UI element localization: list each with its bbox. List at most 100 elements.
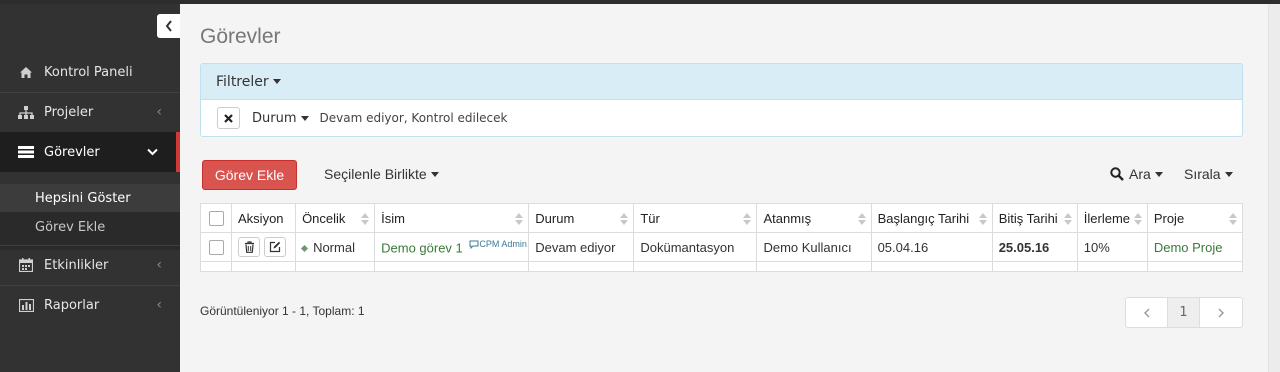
caret-down-icon	[272, 79, 281, 84]
column-header-label: Tür	[640, 210, 660, 226]
next-page-button[interactable]	[1200, 298, 1242, 327]
home-icon	[17, 66, 35, 79]
chevron-left-icon: ‹	[156, 297, 162, 313]
prev-page-button[interactable]	[1126, 298, 1168, 327]
results-summary: Görüntüleniyor 1 - 1, Toplam: 1	[200, 304, 365, 318]
sort-icon	[978, 213, 987, 225]
close-icon	[224, 113, 233, 123]
calendar-icon	[17, 258, 35, 272]
submenu-item-label: Hepsini Göster	[35, 190, 131, 206]
priority-cell: Normal	[295, 232, 376, 262]
tasks-table: Aksiyon Öncelik İsim Durum Tür Atanmış B…	[199, 203, 1244, 272]
column-header-assignee[interactable]: Atanmış	[756, 203, 872, 233]
sidebar-item-label: Kontrol Paneli	[44, 64, 133, 80]
sort-icon	[1063, 213, 1072, 225]
caret-down-icon	[430, 171, 439, 177]
empty-cell	[633, 261, 758, 272]
chevron-left-icon: ‹	[156, 257, 162, 273]
sidebar-item-projects[interactable]: Projeler ‹	[0, 92, 180, 132]
submenu-item-show-all[interactable]: Hepsini Göster	[0, 184, 180, 212]
row-actions	[231, 232, 297, 262]
bar-chart-icon	[17, 298, 35, 312]
delete-button[interactable]	[238, 237, 261, 257]
tasks-icon	[17, 146, 35, 158]
sidebar-item-label: Etkinlikler	[44, 257, 109, 273]
chevron-right-icon	[1218, 308, 1224, 317]
bulk-actions-dropdown[interactable]: Seçilenle Birlikte	[324, 166, 439, 182]
pagination: 1	[1125, 297, 1243, 328]
column-header-priority[interactable]: Öncelik	[295, 203, 376, 233]
comment-author: CPM Admin	[479, 238, 527, 249]
table-header-row: Aksiyon Öncelik İsim Durum Tür Atanmış B…	[199, 203, 1244, 233]
column-header-progress[interactable]: İlerleme	[1076, 203, 1148, 233]
add-task-button[interactable]: Görev Ekle	[202, 160, 297, 190]
progress-cell: 10%	[1076, 232, 1148, 262]
row-select-cell	[199, 232, 233, 262]
sort-label: Sırala	[1184, 166, 1221, 182]
search-icon	[1110, 167, 1124, 181]
empty-cell	[374, 261, 530, 272]
filter-field-label: Durum	[252, 110, 297, 126]
project-link[interactable]: Demo Proje	[1154, 240, 1223, 255]
sort-icon	[361, 213, 370, 225]
column-header-project[interactable]: Proje	[1146, 203, 1244, 233]
remove-filter-button[interactable]	[217, 107, 240, 129]
tasks-submenu: Hepsini Göster Görev Ekle	[0, 184, 180, 250]
trash-icon	[244, 241, 254, 253]
column-header-label: Proje	[1153, 210, 1185, 226]
column-header-label: Atanmış	[763, 210, 812, 226]
scrollbar[interactable]	[1268, 4, 1280, 372]
chevron-down-icon	[147, 144, 158, 160]
column-header-label: İlerleme	[1083, 210, 1131, 226]
column-header-type[interactable]: Tür	[633, 203, 758, 233]
column-header-label: Öncelik	[302, 210, 346, 226]
comment-tag[interactable]: CPM Admin	[469, 238, 527, 250]
search-label: Ara	[1129, 166, 1151, 182]
sort-dropdown[interactable]: Sırala	[1184, 166, 1233, 182]
empty-cell	[231, 261, 297, 272]
caret-down-icon	[1154, 171, 1163, 177]
search-dropdown[interactable]: Ara	[1110, 166, 1163, 182]
edit-button[interactable]	[263, 237, 286, 257]
empty-cell	[528, 261, 635, 272]
task-name-link[interactable]: Demo görev 1	[381, 240, 463, 255]
submenu-item-add-task[interactable]: Görev Ekle	[0, 213, 180, 241]
sort-icon	[743, 213, 752, 225]
filters-toggle[interactable]: Filtreler	[201, 64, 1242, 100]
column-header-start-date[interactable]: Başlangıç Tarihi	[870, 203, 993, 233]
project-cell: Demo Proje	[1146, 232, 1244, 262]
column-header-label: Başlangıç Tarihi	[877, 210, 970, 226]
sort-icon	[620, 213, 629, 225]
empty-cell	[1146, 261, 1244, 272]
sidebar: Kontrol Paneli Projeler ‹ Görevler Hepsi…	[0, 4, 180, 372]
caret-down-icon	[300, 115, 309, 121]
filter-field-dropdown[interactable]: Durum	[252, 111, 309, 126]
select-all-cell	[199, 203, 233, 233]
column-header-label: Durum	[535, 210, 575, 226]
sidebar-item-label: Görevler	[44, 144, 100, 160]
empty-cell	[1076, 261, 1148, 272]
sidebar-item-tasks[interactable]: Görevler	[0, 132, 180, 172]
sort-icon	[1229, 213, 1237, 225]
column-header-end-date[interactable]: Bitiş Tarihi	[991, 203, 1078, 233]
empty-cell	[295, 261, 376, 272]
sidebar-item-reports[interactable]: Raporlar ‹	[0, 285, 180, 325]
column-header-name[interactable]: İsim	[374, 203, 530, 233]
table-row-empty	[199, 261, 1244, 272]
sidebar-collapse-button[interactable]	[157, 14, 180, 38]
row-checkbox[interactable]	[208, 240, 224, 256]
filter-panel: Filtreler Durum Devam ediyor, Kontrol ed…	[200, 63, 1243, 137]
select-all-checkbox[interactable]	[208, 211, 224, 227]
sidebar-item-label: Raporlar	[44, 297, 100, 313]
comment-icon	[469, 240, 479, 250]
sidebar-item-dashboard[interactable]: Kontrol Paneli	[0, 52, 180, 92]
start-date-cell: 05.04.16	[870, 232, 993, 262]
chevron-left-icon: ‹	[156, 104, 162, 120]
empty-cell	[991, 261, 1078, 272]
assignee-cell: Demo Kullanıcı	[756, 232, 872, 262]
page-number-button[interactable]: 1	[1168, 298, 1200, 327]
priority-value: Normal	[313, 239, 355, 255]
chevron-left-icon	[165, 20, 172, 32]
column-header-status[interactable]: Durum	[528, 203, 635, 233]
sidebar-item-events[interactable]: Etkinlikler ‹	[0, 245, 180, 285]
